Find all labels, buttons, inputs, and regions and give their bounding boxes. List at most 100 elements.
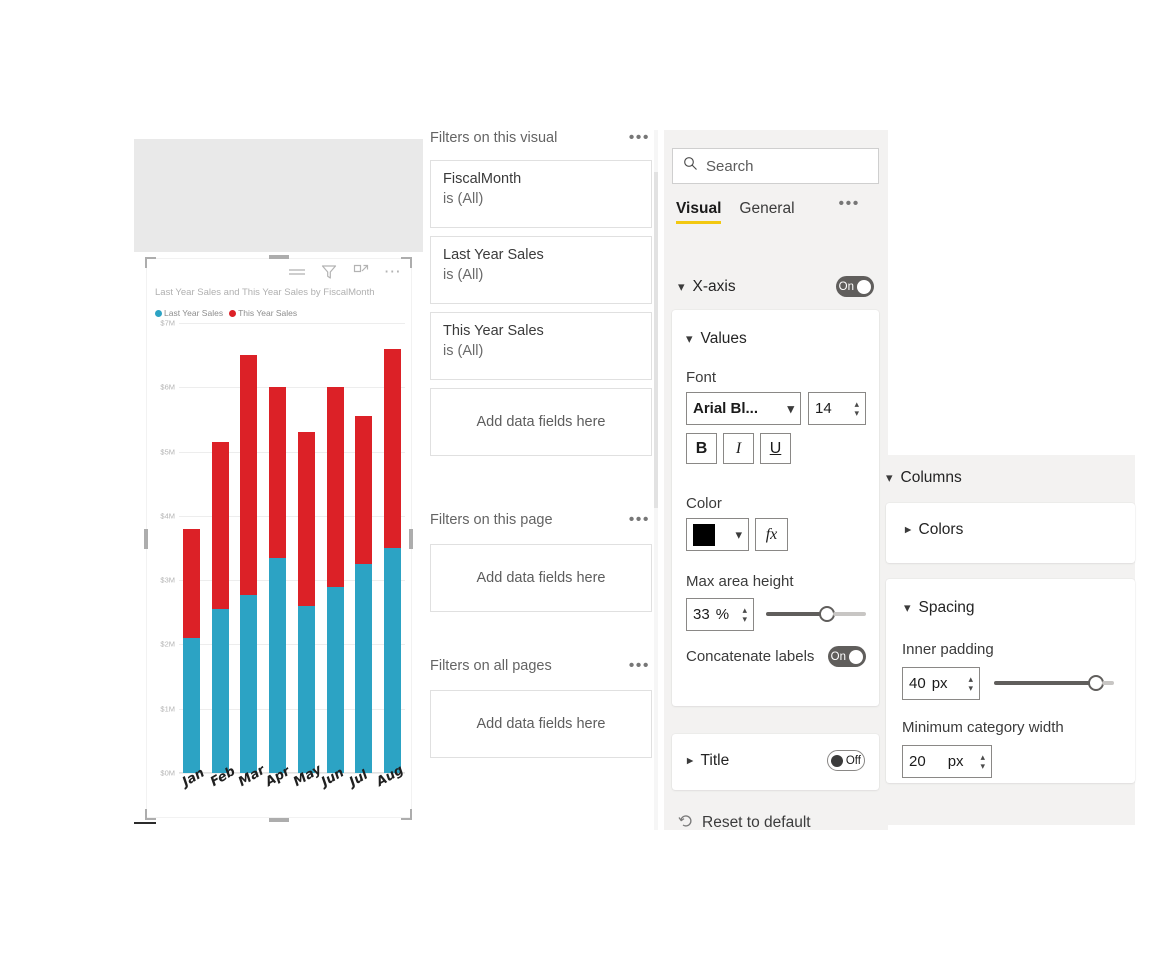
bar-segment-this-year-sales[interactable] (269, 387, 287, 558)
bar-segment-this-year-sales[interactable] (383, 348, 401, 548)
selection-handle-top-left[interactable] (145, 257, 156, 268)
spacing-section-header[interactable]: ▾ Spacing (904, 599, 1104, 617)
bar-segment-last-year-sales[interactable] (326, 586, 344, 773)
focus-mode-icon[interactable] (351, 262, 371, 282)
min-category-width-stepper[interactable]: ▴ ▾ (980, 753, 985, 771)
tab-visual[interactable]: Visual (676, 200, 722, 224)
bar-column[interactable] (269, 323, 287, 773)
filter-card-this-year-sales[interactable]: This Year Sales is (All) (430, 312, 652, 380)
values-section-title-group: ▾ Values (686, 330, 747, 348)
inner-padding-input[interactable]: 40 px ▴ ▾ (902, 667, 980, 700)
filters-pane-scrollbar[interactable] (654, 130, 658, 830)
chart-visual-container[interactable]: ⋯ Last Year Sales and This Year Sales by… (134, 252, 423, 825)
reset-to-default-button[interactable]: Reset to default (678, 810, 811, 836)
bar-column[interactable] (297, 323, 315, 773)
xaxis-section-header[interactable]: ▾ X-axis On (678, 276, 874, 297)
bar-column[interactable] (326, 323, 344, 773)
legend-item-this-year-sales[interactable]: This Year Sales (229, 308, 297, 318)
color-label: Color (686, 495, 722, 512)
bar-column[interactable] (211, 323, 229, 773)
colors-section-header[interactable]: ▾ Colors (899, 521, 1104, 539)
inner-padding-stepper[interactable]: ▴ ▾ (968, 675, 973, 693)
filter-card-last-year-sales[interactable]: Last Year Sales is (All) (430, 236, 652, 304)
title-toggle[interactable]: Off (826, 750, 865, 771)
filters-on-all-pages-dropzone[interactable]: Add data fields here (430, 690, 652, 758)
format-pane: Search Visual General ••• ▾ X-axis On ▾ … (664, 130, 888, 831)
chevron-down-icon[interactable]: ▾ (686, 331, 693, 347)
chevron-down-icon[interactable]: ▾ (735, 527, 742, 543)
chart-visual[interactable]: ⋯ Last Year Sales and This Year Sales by… (146, 258, 412, 818)
bold-button[interactable]: B (686, 433, 717, 464)
bar-column[interactable] (183, 323, 200, 773)
color-picker-button[interactable]: ▾ (686, 518, 749, 551)
bar-segment-last-year-sales[interactable] (183, 638, 200, 773)
legend-label-last-year-sales: Last Year Sales (164, 308, 224, 318)
filter-icon[interactable] (319, 262, 339, 282)
legend-item-last-year-sales[interactable]: Last Year Sales (155, 308, 223, 318)
selection-handle-top[interactable] (268, 255, 289, 259)
selection-handle-top-right[interactable] (401, 257, 412, 268)
conditional-formatting-fx-button[interactable]: fx (755, 518, 788, 551)
values-section-header[interactable]: ▾ Values (686, 330, 861, 348)
min-category-width-input[interactable]: 20 px ▴ ▾ (902, 745, 992, 778)
bar-segment-this-year-sales[interactable] (297, 432, 315, 606)
bar-segment-last-year-sales[interactable] (355, 564, 373, 773)
bar-segment-last-year-sales[interactable] (240, 594, 258, 773)
chevron-down-icon[interactable]: ▾ (904, 600, 911, 616)
xaxis-title-card[interactable]: ▾ Title Off (672, 734, 879, 790)
xaxis-toggle[interactable]: On (835, 276, 874, 297)
underline-button[interactable]: U (760, 433, 791, 464)
max-area-height-input[interactable]: 33 % ▴ ▾ (686, 598, 754, 631)
chart-title: Last Year Sales and This Year Sales by F… (155, 287, 375, 298)
bar-column[interactable] (383, 323, 401, 773)
concatenate-labels-toggle[interactable]: On (827, 646, 866, 667)
chevron-right-icon[interactable]: ▾ (899, 527, 915, 534)
selection-handle-right[interactable] (409, 528, 413, 549)
columns-section-header[interactable]: ▾ Columns (886, 469, 1066, 487)
search-input[interactable]: Search (706, 158, 754, 175)
y-axis-tick-label: $0M (160, 768, 175, 778)
selection-handle-left[interactable] (144, 528, 148, 549)
filters-on-visual-more-icon[interactable]: ••• (629, 130, 650, 146)
bar-segment-this-year-sales[interactable] (355, 416, 373, 565)
filter-field-name: Last Year Sales (443, 247, 544, 263)
filters-on-visual-dropzone[interactable]: Add data fields here (430, 388, 652, 456)
title-section-header[interactable]: ▾ Title Off (681, 750, 865, 771)
tab-general[interactable]: General (739, 200, 794, 224)
selection-handle-bottom-right[interactable] (401, 809, 412, 820)
inner-padding-slider[interactable] (994, 675, 1114, 691)
colors-card[interactable]: ▾ Colors (886, 503, 1135, 563)
drill-menu-icon[interactable] (287, 262, 307, 282)
filters-on-page-more-icon[interactable]: ••• (629, 512, 650, 528)
more-options-icon[interactable]: ⋯ (383, 262, 403, 282)
selection-handle-bottom[interactable] (268, 818, 289, 822)
max-area-height-unit: % (715, 606, 730, 623)
chevron-down-icon[interactable]: ▾ (678, 279, 685, 295)
bar-segment-last-year-sales[interactable] (383, 548, 401, 773)
font-family-dropdown[interactable]: Arial Bl... ▾ (686, 392, 801, 425)
bar-segment-last-year-sales[interactable] (211, 609, 229, 773)
bar-column[interactable] (240, 323, 258, 773)
font-size-stepper[interactable]: ▴ ▾ (854, 400, 859, 418)
max-area-height-stepper[interactable]: ▴ ▾ (742, 606, 747, 624)
filter-card-fiscalmonth[interactable]: FiscalMonth is (All) (430, 160, 652, 228)
bar-segment-this-year-sales[interactable] (183, 528, 200, 638)
bar-segment-this-year-sales[interactable] (240, 355, 258, 595)
font-size-input[interactable]: 14 ▴ ▾ (808, 392, 866, 425)
bar-column[interactable] (355, 323, 373, 773)
selection-handle-bottom-left[interactable] (145, 809, 156, 820)
bar-segment-last-year-sales[interactable] (297, 605, 315, 773)
visual-header-toolbar[interactable]: ⋯ (147, 259, 411, 285)
italic-button[interactable]: I (723, 433, 754, 464)
filters-on-all-pages-more-icon[interactable]: ••• (629, 658, 650, 674)
chevron-right-icon[interactable]: ▾ (681, 757, 697, 764)
filters-on-page-dropzone[interactable]: Add data fields here (430, 544, 652, 612)
bar-segment-this-year-sales[interactable] (211, 441, 229, 610)
chevron-down-icon[interactable]: ▾ (886, 470, 893, 486)
format-pane-more-icon[interactable]: ••• (839, 196, 860, 212)
chevron-down-icon[interactable]: ▾ (787, 401, 794, 417)
bar-segment-this-year-sales[interactable] (326, 387, 344, 587)
format-search-box[interactable]: Search (672, 148, 879, 184)
max-area-height-slider[interactable] (766, 606, 866, 622)
bar-segment-last-year-sales[interactable] (269, 557, 287, 773)
